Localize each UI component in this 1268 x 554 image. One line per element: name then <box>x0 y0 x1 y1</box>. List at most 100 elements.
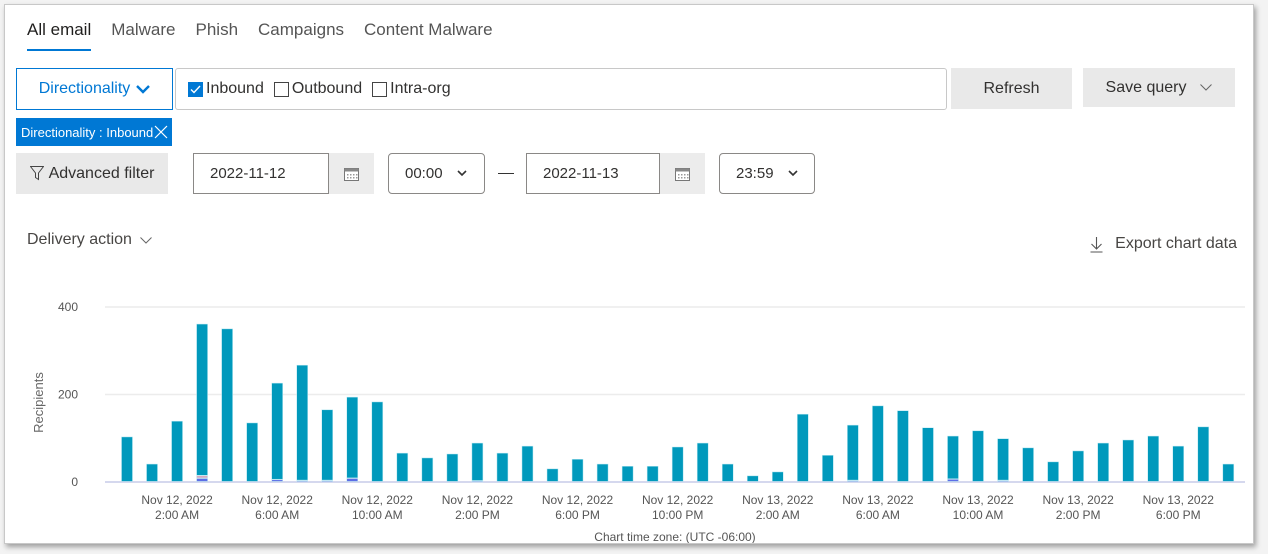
bar-delivered[interactable] <box>822 455 834 482</box>
bar-delivered[interactable] <box>296 364 308 481</box>
bar-delivered[interactable] <box>146 463 158 482</box>
bar-delivered[interactable] <box>496 452 509 482</box>
bar-delivered[interactable] <box>246 422 258 482</box>
bar-delivered[interactable] <box>521 445 534 482</box>
end-date-calendar-button[interactable] <box>660 153 705 194</box>
bar-delivered[interactable] <box>1097 442 1109 482</box>
bar-stack[interactable] <box>772 471 784 482</box>
bar-stack[interactable] <box>797 413 809 482</box>
tab-phish[interactable]: Phish <box>196 19 251 51</box>
bar-stack[interactable] <box>1047 461 1059 482</box>
bar-delivered[interactable] <box>371 401 384 482</box>
bar-stack[interactable] <box>246 422 258 482</box>
bar-delivered[interactable] <box>721 463 734 482</box>
bar-delivered[interactable] <box>646 466 659 482</box>
bar-stack[interactable] <box>421 457 434 482</box>
bar-stack[interactable] <box>1197 426 1210 482</box>
bar-stack[interactable] <box>196 323 208 482</box>
bar-stack[interactable] <box>446 453 459 482</box>
bar-blocked[interactable] <box>471 480 484 483</box>
bar-blocked[interactable] <box>196 478 208 482</box>
bar-stack[interactable] <box>947 435 959 482</box>
checkbox-outbound[interactable]: Outbound <box>273 80 362 98</box>
bar-stack[interactable] <box>171 420 183 482</box>
bar-delivered[interactable] <box>346 396 359 479</box>
bar-blocked[interactable] <box>271 479 283 482</box>
bar-delivered[interactable] <box>897 410 909 482</box>
bar-stack[interactable] <box>596 463 609 482</box>
refresh-button[interactable]: Refresh <box>951 68 1072 109</box>
bar-stack[interactable] <box>1147 435 1159 482</box>
bar-stack[interactable] <box>997 438 1009 482</box>
bar-stack[interactable] <box>371 401 384 482</box>
bar-delivered[interactable] <box>196 323 208 476</box>
bar-stack[interactable] <box>1072 450 1084 482</box>
bar-delivered[interactable] <box>1197 426 1210 482</box>
bar-stack[interactable] <box>847 424 859 482</box>
bar-stack[interactable] <box>396 452 409 482</box>
bar-delivered[interactable] <box>321 409 333 481</box>
bar-delivered[interactable] <box>972 430 984 482</box>
bar-blocked[interactable] <box>346 478 359 482</box>
checkbox-intra-org[interactable]: Intra-org <box>372 80 451 98</box>
bar-delivered[interactable] <box>171 420 183 482</box>
bar-stack[interactable] <box>721 463 734 482</box>
bar-delivered[interactable] <box>271 382 283 480</box>
bar-stack[interactable] <box>471 442 484 483</box>
bar-delivered[interactable] <box>1172 445 1185 482</box>
bar-delivered[interactable] <box>872 405 884 482</box>
end-date-input[interactable]: 2022-11-13 <box>526 153 660 194</box>
bar-stack[interactable] <box>221 328 233 482</box>
bar-stack[interactable] <box>521 445 534 482</box>
bar-delivered[interactable] <box>621 466 634 482</box>
bar-stack[interactable] <box>1022 447 1034 482</box>
bar-delivered[interactable] <box>471 442 484 481</box>
bar-delivered[interactable] <box>1222 463 1235 482</box>
bar-stack[interactable] <box>296 364 308 482</box>
bar-delivered[interactable] <box>847 424 859 481</box>
export-chart-data-button[interactable]: Export chart data <box>1090 235 1237 253</box>
tab-campaigns[interactable]: Campaigns <box>258 19 356 51</box>
bar-stack[interactable] <box>747 475 759 482</box>
bar-delivered[interactable] <box>1147 435 1159 482</box>
bar-delivered[interactable] <box>596 463 609 482</box>
bar-stack[interactable] <box>972 430 984 482</box>
start-time-select[interactable]: 00:00 <box>388 153 485 194</box>
bar-delivered[interactable] <box>1047 461 1059 482</box>
checkbox-inbound[interactable]: Inbound <box>188 80 264 98</box>
bar-delivered[interactable] <box>1022 447 1034 482</box>
bar-delivered[interactable] <box>696 442 709 482</box>
bar-stack[interactable] <box>1122 439 1134 482</box>
bar-delivered[interactable] <box>797 413 809 482</box>
bar-stack[interactable] <box>621 466 634 482</box>
directionality-dropdown[interactable]: Directionality <box>16 68 173 110</box>
bar-stack[interactable] <box>121 436 133 482</box>
bar-stack[interactable] <box>897 410 909 482</box>
bar-stack[interactable] <box>146 463 158 482</box>
bar-delivered[interactable] <box>922 427 934 482</box>
bar-blocked[interactable] <box>321 480 333 482</box>
bar-blocked[interactable] <box>296 480 308 482</box>
bar-stack[interactable] <box>546 468 559 482</box>
tab-malware[interactable]: Malware <box>111 19 187 51</box>
bar-delivered[interactable] <box>221 328 233 482</box>
bar-stack[interactable] <box>271 382 283 482</box>
bar-delivered[interactable] <box>772 471 784 482</box>
bar-stack[interactable] <box>671 446 684 482</box>
bar-other[interactable] <box>196 475 208 479</box>
bar-delivered[interactable] <box>446 453 459 482</box>
bar-delivered[interactable] <box>421 457 434 482</box>
bar-stack[interactable] <box>346 396 359 482</box>
bar-blocked[interactable] <box>847 480 859 482</box>
start-date-calendar-button[interactable] <box>329 153 374 194</box>
tab-content-malware[interactable]: Content Malware <box>364 19 505 51</box>
bar-delivered[interactable] <box>747 475 759 482</box>
bar-stack[interactable] <box>696 442 709 482</box>
bar-delivered[interactable] <box>1122 439 1134 482</box>
bar-blocked[interactable] <box>947 479 959 482</box>
bar-delivered[interactable] <box>997 438 1009 481</box>
close-icon[interactable] <box>154 125 168 139</box>
start-date-input[interactable]: 2022-11-12 <box>193 153 329 194</box>
tab-all-email[interactable]: All email <box>27 19 103 51</box>
bar-stack[interactable] <box>496 452 509 482</box>
